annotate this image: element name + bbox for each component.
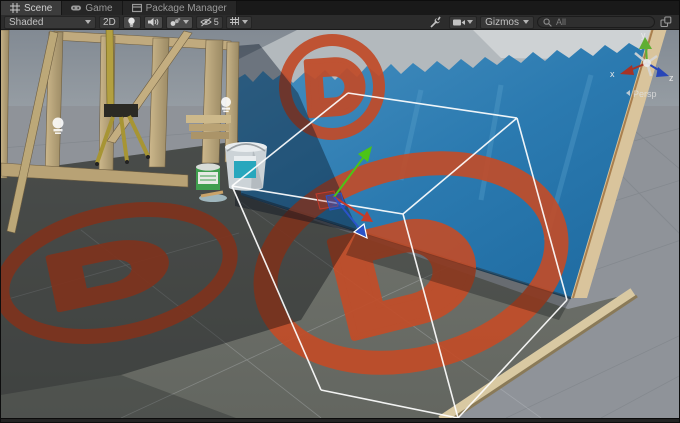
2d-toggle-label: 2D [103,17,116,28]
scene-viewport[interactable]: y x z Persp [1,30,680,418]
grid-visibility-button[interactable] [226,16,252,29]
tab-package-manager[interactable]: Package Manager [123,1,237,15]
scene-search-field[interactable] [537,16,655,28]
hidden-object-count: 5 [214,17,219,27]
window-bottom-border [1,418,679,423]
tab-scene[interactable]: Scene [1,1,62,15]
lumber-stack[interactable] [186,115,231,139]
gamepad-icon [71,3,81,13]
speaker-icon [148,17,159,27]
tab-bar: Scene Game Package Manager [1,1,679,15]
unity-editor-window: Scene Game Package Manager Shaded 2D [0,0,680,423]
camera-dropdown-chevron-icon[interactable] [467,20,473,24]
paint-bucket[interactable] [225,142,267,191]
scene-toolbar: Shaded 2D [1,15,679,30]
package-icon [132,3,142,13]
2d-toggle-button[interactable]: 2D [99,16,120,29]
eye-slash-icon [200,17,212,27]
overlay-squares-icon[interactable] [660,16,672,28]
shading-mode-dropdown[interactable]: Shaded [4,16,96,29]
grid-xy-icon [230,17,240,27]
effects-dropdown-chevron-icon[interactable] [183,20,189,24]
camera-icon [453,18,465,27]
axis-x-label: x [610,69,615,79]
tab-scene-label: Scene [24,3,52,14]
audio-toggle-button[interactable] [144,16,163,29]
effects-icon [170,17,181,27]
tab-game-label: Game [85,3,112,14]
axis-z-label: z [669,73,674,83]
lightbulb-icon [127,17,136,28]
search-input[interactable] [556,17,649,27]
grid-dropdown-chevron-icon[interactable] [242,20,248,24]
chevron-down-icon [85,20,91,24]
scene-grid-icon [10,3,20,13]
shading-mode-label: Shaded [9,17,81,28]
gizmos-chevron-icon [523,20,529,24]
scene-visibility-button[interactable]: 5 [196,16,223,29]
paint-can[interactable] [196,163,220,190]
axis-y-label: y [641,30,646,40]
projection-label[interactable]: Persp [633,89,657,99]
gizmos-dropdown[interactable]: Gizmos [480,16,534,29]
tools-wrench-icon[interactable] [430,16,442,28]
gizmos-label: Gizmos [485,17,519,28]
tab-game[interactable]: Game [62,1,122,15]
search-icon [543,18,552,27]
tab-package-manager-label: Package Manager [146,3,227,14]
lighting-toggle-button[interactable] [123,16,141,29]
camera-settings-button[interactable] [449,16,477,29]
effects-toggle-button[interactable] [166,16,193,29]
